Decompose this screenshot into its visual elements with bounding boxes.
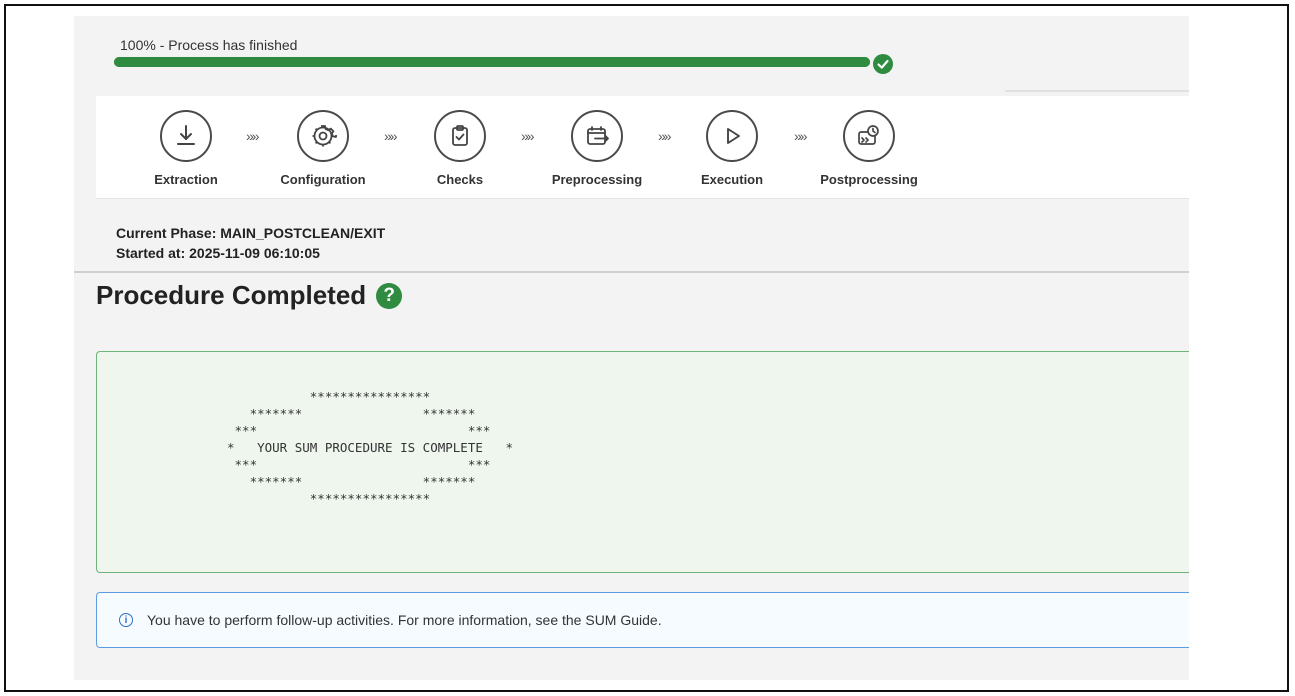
page-title: Procedure Completed — [96, 280, 367, 310]
step-label: Configuration — [280, 172, 366, 187]
clock-forward-icon — [843, 110, 895, 162]
step-preprocessing[interactable]: Preprocessing — [527, 110, 667, 187]
current-phase: Current Phase: MAIN_POSTCLEAN/EXIT — [116, 225, 386, 241]
section-divider — [74, 271, 1189, 273]
progress-bar-fill — [114, 57, 870, 67]
step-label: Execution — [700, 172, 764, 187]
step-extraction[interactable]: Extraction — [116, 110, 256, 187]
progress-label: 100% - Process has finished — [120, 37, 298, 53]
step-label: Postprocessing — [820, 172, 918, 187]
step-label: Extraction — [154, 172, 218, 187]
info-message-strip: i You have to perform follow-up activiti… — [96, 592, 1189, 648]
step-execution[interactable]: Execution — [662, 110, 802, 187]
gear-icon — [297, 110, 349, 162]
completion-log-box: **************** ******* ******* *** ***… — [96, 351, 1189, 573]
step-checks[interactable]: Checks — [390, 110, 530, 187]
step-configuration[interactable]: Configuration — [253, 110, 393, 187]
check-circle-icon — [873, 54, 893, 74]
progress-bar — [114, 57, 870, 67]
help-icon[interactable]: ? — [376, 282, 403, 309]
clipboard-check-icon — [434, 110, 486, 162]
step-label: Checks — [436, 172, 484, 187]
download-icon — [160, 110, 212, 162]
phase-roadmap: Extraction »» Configuration »» Checks »» — [96, 96, 1189, 199]
step-postprocessing[interactable]: Postprocessing — [799, 110, 939, 187]
phase-info: Current Phase: MAIN_POSTCLEAN/EXIT Start… — [116, 223, 385, 263]
info-icon: i — [119, 613, 133, 627]
completion-log-text: **************** ******* ******* *** ***… — [227, 389, 513, 506]
info-message-text: You have to perform follow-up activities… — [147, 612, 662, 628]
play-icon — [706, 110, 758, 162]
started-at: Started at: 2025-11-09 06:10:05 — [116, 245, 320, 261]
page-title-row: Procedure Completed ? — [96, 280, 403, 311]
divider — [1005, 90, 1189, 92]
calendar-arrow-icon — [571, 110, 623, 162]
step-label: Preprocessing — [551, 172, 643, 187]
